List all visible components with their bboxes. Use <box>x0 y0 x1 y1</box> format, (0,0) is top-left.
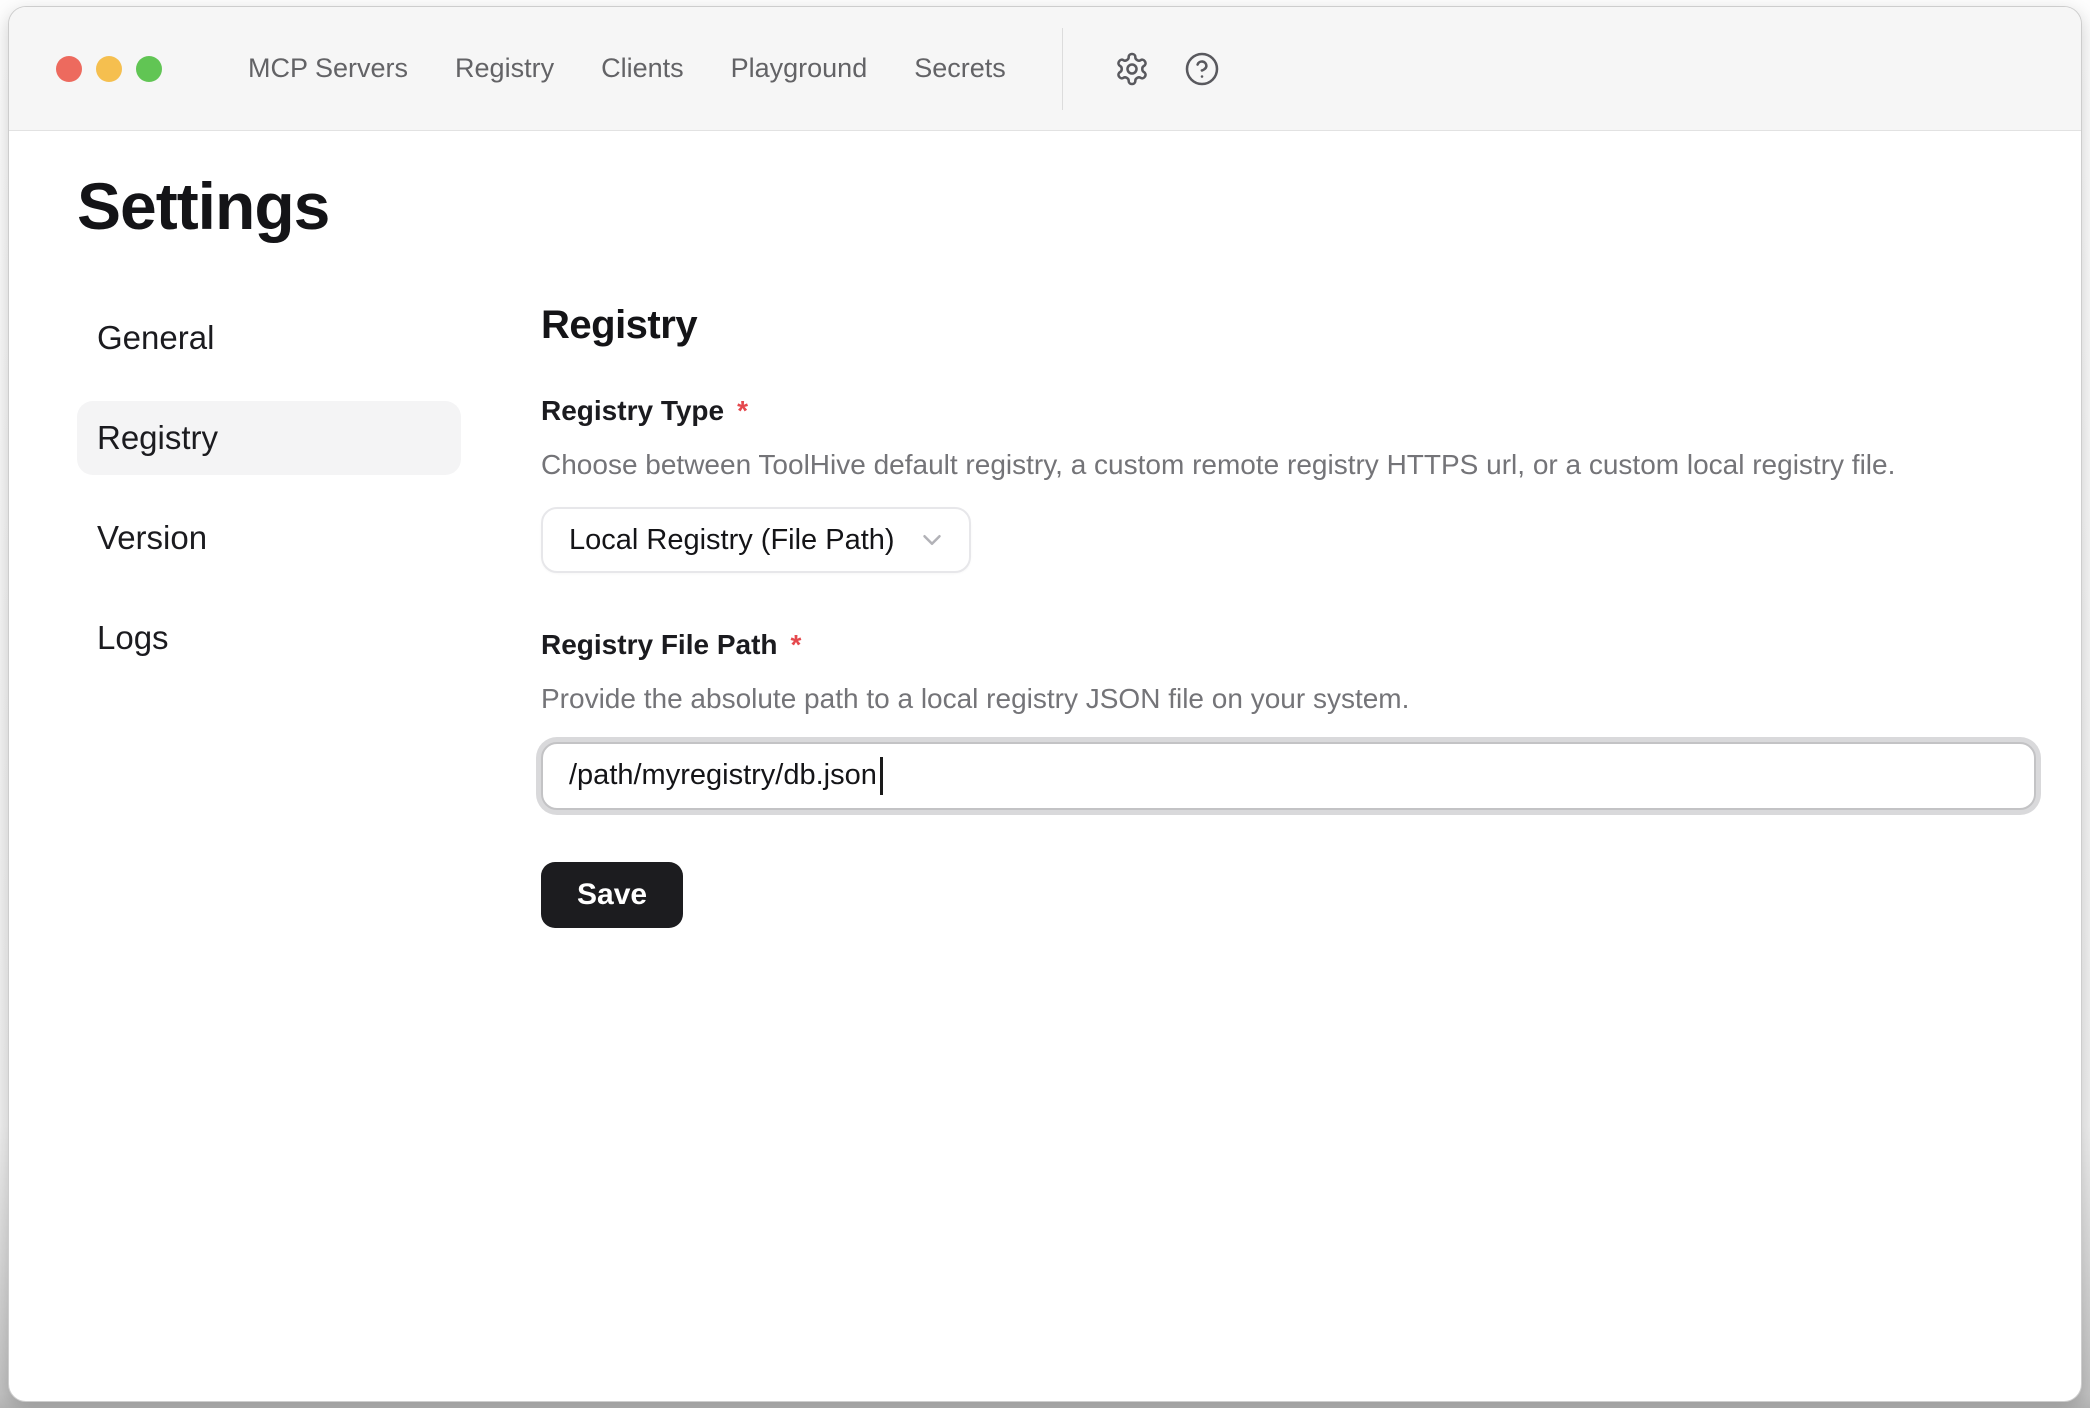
sidebar-item-version[interactable]: Version <box>77 501 461 575</box>
gear-icon <box>1114 51 1150 87</box>
required-asterisk: * <box>737 395 748 427</box>
registry-settings-panel: Registry Registry Type * Choose between … <box>541 301 2036 928</box>
settings-button[interactable] <box>1113 50 1151 88</box>
save-button[interactable]: Save <box>541 862 683 928</box>
registry-type-field: Registry Type * Choose between ToolHive … <box>541 395 2036 573</box>
nav-item-mcp-servers[interactable]: MCP Servers <box>248 53 408 84</box>
sidebar-item-registry[interactable]: Registry <box>77 401 461 475</box>
registry-type-select[interactable]: Local Registry (File Path) <box>541 507 971 573</box>
help-circle-icon <box>1184 51 1220 87</box>
registry-file-path-description: Provide the absolute path to a local reg… <box>541 681 2036 717</box>
app-window: MCP Servers Registry Clients Playground … <box>8 6 2082 1402</box>
help-button[interactable] <box>1183 50 1221 88</box>
section-title: Registry <box>541 301 2036 349</box>
sidebar-item-general[interactable]: General <box>77 301 461 375</box>
registry-type-label: Registry Type <box>541 395 724 427</box>
chevron-down-icon <box>917 525 947 555</box>
titlebar-divider <box>1062 28 1063 110</box>
window-close-button[interactable] <box>56 56 82 82</box>
settings-sidebar: General Registry Version Logs <box>77 301 461 928</box>
text-cursor <box>880 757 883 795</box>
window-controls <box>56 56 162 82</box>
nav-item-registry[interactable]: Registry <box>455 53 554 84</box>
top-nav: MCP Servers Registry Clients Playground … <box>248 53 1006 84</box>
registry-file-path-field: Registry File Path * Provide the absolut… <box>541 629 2036 809</box>
registry-file-path-value: /path/myregistry/db.json <box>569 759 877 792</box>
titlebar: MCP Servers Registry Clients Playground … <box>9 7 2081 131</box>
nav-item-secrets[interactable]: Secrets <box>914 53 1006 84</box>
window-minimize-button[interactable] <box>96 56 122 82</box>
registry-file-path-input[interactable]: /path/myregistry/db.json <box>541 742 2036 810</box>
sidebar-item-logs[interactable]: Logs <box>77 601 461 675</box>
registry-type-selected-value: Local Registry (File Path) <box>569 524 895 557</box>
titlebar-actions <box>1113 50 1221 88</box>
nav-item-clients[interactable]: Clients <box>601 53 684 84</box>
registry-type-description: Choose between ToolHive default registry… <box>541 447 2036 483</box>
settings-page: Settings General Registry Version Logs R… <box>9 131 2081 928</box>
window-zoom-button[interactable] <box>136 56 162 82</box>
required-asterisk: * <box>791 629 802 661</box>
nav-item-playground[interactable]: Playground <box>731 53 868 84</box>
page-title: Settings <box>77 169 2021 245</box>
registry-file-path-label: Registry File Path <box>541 629 778 661</box>
